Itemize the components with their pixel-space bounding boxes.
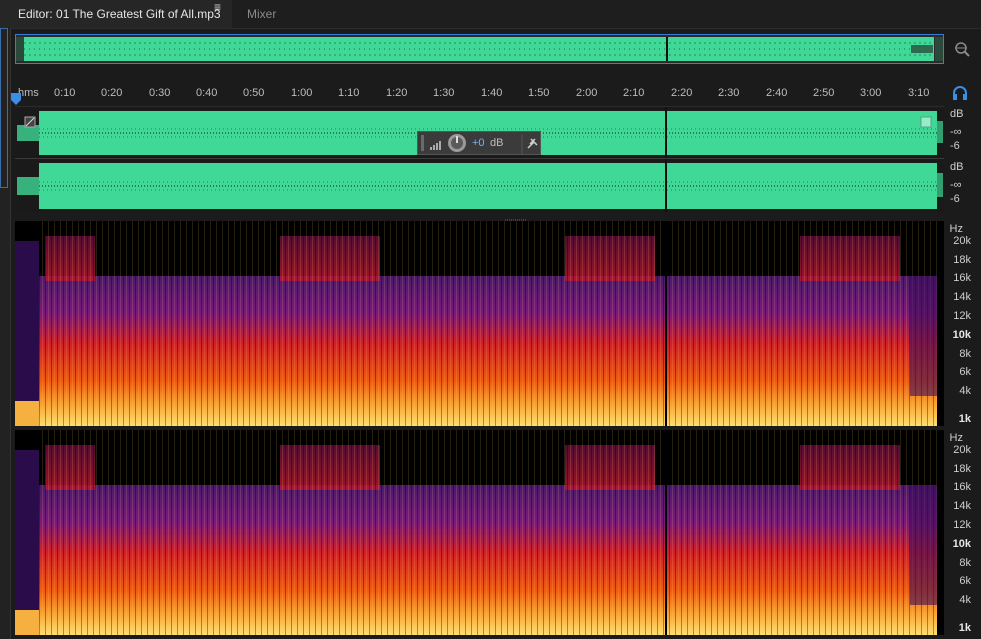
- db-label: -6: [950, 193, 960, 205]
- spectrogram-channel-1[interactable]: [15, 221, 944, 426]
- ruler-label: 2:10: [623, 87, 645, 99]
- zoom-icon[interactable]: [953, 40, 971, 58]
- ruler-label: 1:40: [481, 87, 503, 99]
- ruler-label: 2:20: [671, 87, 693, 99]
- hz-label: 18k: [953, 463, 971, 475]
- ruler-label: 2:40: [766, 87, 788, 99]
- ruler-label: 2:30: [718, 87, 740, 99]
- ruler-label: 0:40: [196, 87, 218, 99]
- hz-label: 18k: [953, 254, 971, 266]
- panel-selection: [0, 28, 8, 188]
- panel-divider[interactable]: [15, 212, 944, 223]
- hz-label: 4k: [959, 385, 971, 397]
- hz-label: 12k: [953, 519, 971, 531]
- hz-label: 12k: [953, 310, 971, 322]
- hz-label: 14k: [953, 500, 971, 512]
- hz-label: 16k: [953, 272, 971, 284]
- hz-label: Hz: [949, 432, 963, 444]
- ruler-label: 0:30: [149, 87, 171, 99]
- volume-icon: [430, 141, 441, 150]
- hz-label: 8k: [959, 557, 971, 569]
- ruler-label: 0:20: [101, 87, 123, 99]
- ruler-label: 1:10: [338, 87, 360, 99]
- hz-label: 10k: [952, 538, 971, 550]
- hz-label: 6k: [959, 575, 971, 587]
- hz-label: 14k: [953, 291, 971, 303]
- hz-label: 20k: [953, 444, 971, 456]
- left-panel-edge: [0, 28, 11, 639]
- ruler-label: 3:10: [908, 87, 930, 99]
- pin-icon: [527, 138, 538, 149]
- spectrogram-channel-2[interactable]: [15, 430, 944, 635]
- tab-mixer[interactable]: Mixer: [247, 0, 276, 28]
- tab-bar: Editor: 01 The Greatest Gift of All.mp3 …: [0, 0, 981, 29]
- ruler-label: 0:10: [54, 87, 76, 99]
- ruler-label: 1:50: [528, 87, 550, 99]
- waveform-display[interactable]: [15, 106, 944, 213]
- hz-label: 16k: [953, 481, 971, 493]
- ruler-label: 3:00: [860, 87, 882, 99]
- hz-label: 1k: [958, 622, 971, 634]
- menu-icon[interactable]: ≡: [214, 0, 221, 14]
- tab-editor-label: Editor: 01 The Greatest Gift of All.mp3: [18, 7, 221, 21]
- overview-waveform[interactable]: [15, 34, 944, 64]
- spectrogram-svg: [15, 221, 937, 426]
- ruler-label: 1:20: [386, 87, 408, 99]
- playhead-icon[interactable]: [10, 92, 22, 105]
- db-label: -∞: [950, 179, 962, 191]
- hud-unit: dB: [490, 137, 504, 149]
- hz-label: Hz: [949, 223, 963, 235]
- hz-scale-channel-2: Hz 20k 18k 16k 14k 12k 10k 8k 6k 4k 1k: [944, 430, 981, 635]
- waveform-svg: [17, 107, 943, 213]
- hz-label: 20k: [953, 235, 971, 247]
- db-scale: dB -∞ -6 dB -∞ -6: [944, 106, 981, 212]
- db-label: dB: [950, 161, 964, 173]
- channel-separator: [15, 158, 944, 159]
- hz-label: 4k: [959, 594, 971, 606]
- hz-label: 8k: [959, 348, 971, 360]
- ruler-label: 1:00: [291, 87, 313, 99]
- db-label: -∞: [950, 126, 962, 138]
- time-ruler[interactable]: hms 0:10 0:20 0:30 0:40 0:50 1:00 1:10 1…: [15, 82, 944, 104]
- ruler-label: 2:00: [576, 87, 598, 99]
- db-label: dB: [950, 108, 964, 120]
- hz-label: 10k: [952, 329, 971, 341]
- spectrogram-svg: [15, 430, 937, 635]
- ruler-label: 2:50: [813, 87, 835, 99]
- headphone-icon[interactable]: [952, 86, 968, 100]
- ruler-label: 0:50: [243, 87, 265, 99]
- overview-wave-svg: [16, 37, 943, 61]
- tab-editor[interactable]: Editor: 01 The Greatest Gift of All.mp3: [0, 0, 232, 28]
- hud-value: +0: [472, 137, 485, 149]
- hz-label: 6k: [959, 366, 971, 378]
- hz-label: 1k: [958, 413, 971, 425]
- knob-icon: [448, 134, 466, 152]
- ruler-label: 1:30: [433, 87, 455, 99]
- db-label: -6: [950, 140, 960, 152]
- hz-scale-channel-1: Hz 20k 18k 16k 14k 12k 10k 8k 6k 4k 1k: [944, 221, 981, 426]
- hud-volume[interactable]: +0 dB: [417, 131, 541, 155]
